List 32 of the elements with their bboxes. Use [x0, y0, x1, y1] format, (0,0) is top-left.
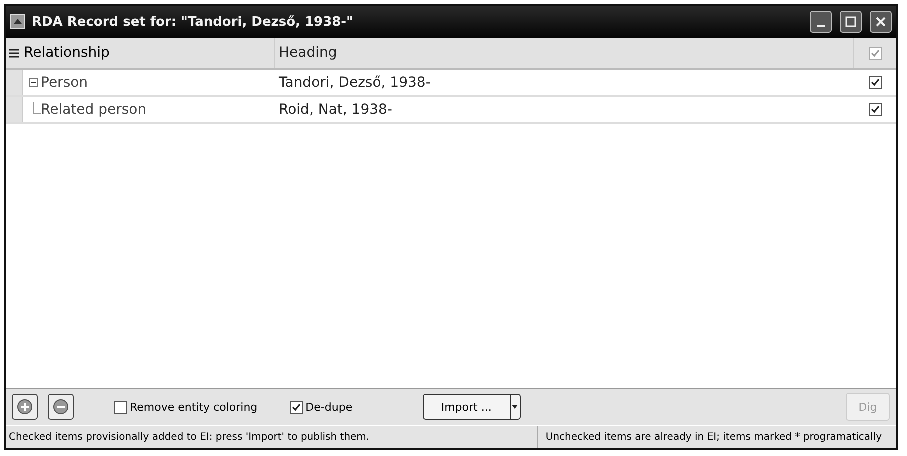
- add-button[interactable]: [12, 394, 38, 420]
- minimize-icon: [817, 25, 825, 27]
- window-title: RDA Record set for: "Tandori, Dezső, 1938-": [32, 14, 354, 30]
- minimize-button[interactable]: [810, 11, 832, 33]
- plus-icon: [17, 399, 33, 415]
- checkbox-label: De-dupe: [306, 400, 353, 414]
- dropdown-button[interactable]: [510, 394, 521, 420]
- column-header[interactable]: Heading: [275, 45, 853, 61]
- relationship-label: Person: [41, 74, 88, 90]
- maximize-button[interactable]: [840, 11, 862, 33]
- maximize-icon: [845, 16, 857, 28]
- column-header[interactable]: Relationship: [22, 38, 275, 68]
- remove-button[interactable]: [48, 394, 74, 420]
- heading-cell-text: Tandori, Dezső, 1938-: [278, 74, 432, 90]
- close-icon: [875, 16, 887, 28]
- close-button[interactable]: [870, 11, 892, 33]
- app-icon: [10, 14, 26, 30]
- relationship-label: Related person: [41, 102, 147, 118]
- heading-cell-text: Roid, Nat, 1938-: [278, 102, 394, 118]
- column-chooser-icon[interactable]: [9, 48, 19, 58]
- checkbox-label: Remove entity coloring: [130, 400, 258, 414]
- checkbox[interactable]: [868, 103, 882, 116]
- status-text: Checked items provisionally added to EI: press 'Import' to publish them.: [8, 432, 371, 442]
- checkbox[interactable]: [114, 400, 127, 414]
- import-button[interactable]: Import ...: [422, 394, 511, 420]
- tree-line: [33, 102, 41, 114]
- checkbox[interactable]: [868, 76, 882, 89]
- caret-icon: [512, 405, 518, 409]
- status-text: Unchecked items are already in EI; items marked * programatically: [536, 426, 896, 448]
- collapse-icon[interactable]: [29, 78, 38, 88]
- minus-icon: [53, 399, 69, 415]
- checkbox[interactable]: [290, 400, 303, 414]
